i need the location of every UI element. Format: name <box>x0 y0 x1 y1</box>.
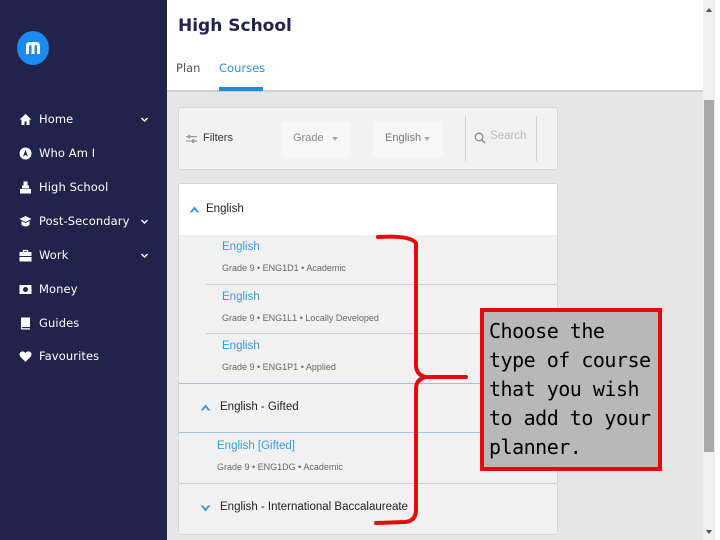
sidebar-item-label: Who Am I <box>39 146 96 160</box>
chevron-down-icon[interactable] <box>140 217 149 226</box>
sidebar-item-who-am-i[interactable]: Who Am I <box>0 141 167 167</box>
book-icon <box>21 317 30 330</box>
course-group-header[interactable]: English - International Baccalaureate <box>179 483 557 534</box>
filters-bar: Filters Grade English <box>178 107 558 170</box>
sidebar-item-work[interactable]: Work <box>0 243 167 269</box>
search-box[interactable] <box>465 116 537 161</box>
sidebar-item-post-secondary[interactable]: Post-Secondary <box>0 209 167 235</box>
course-title[interactable]: English <box>222 291 260 303</box>
myblueprint-logo-icon[interactable] <box>17 31 49 65</box>
course-group-label: English - International Baccalaureate <box>220 501 408 513</box>
sidebar-item-money[interactable]: Money <box>0 277 167 303</box>
sliders-icon <box>186 134 197 143</box>
sidebar-item-label: Guides <box>39 316 80 330</box>
filters-label: Filters <box>203 132 233 144</box>
annotation-line: type of course <box>489 348 651 372</box>
sidebar-item-label: Money <box>39 282 78 296</box>
course-group-header[interactable]: English <box>179 184 557 235</box>
search-input[interactable] <box>490 130 535 142</box>
subject-select[interactable]: English <box>373 121 443 157</box>
course-title[interactable]: English <box>222 340 260 352</box>
page-header: High School Plan Courses <box>167 0 703 92</box>
scrollbar-thumb[interactable] <box>704 100 714 452</box>
caret-down-icon <box>332 137 338 141</box>
scrollbar[interactable] <box>703 0 715 540</box>
page-title: High School <box>178 16 292 36</box>
heart-icon <box>19 351 32 362</box>
home-icon <box>19 114 32 125</box>
course-meta: Grade 9 • ENG1D1 • Academic <box>222 263 346 273</box>
annotation-callout: Choose the type of course that you wish … <box>480 308 662 471</box>
course-meta: Grade 9 • ENG1DG • Academic <box>217 462 343 472</box>
course-item[interactable]: English Grade 9 • ENG1D1 • Academic <box>179 235 557 284</box>
course-title[interactable]: English <box>222 241 260 253</box>
sidebar: Home Who Am I High School Post-Secondary… <box>0 0 167 540</box>
course-group-label: English - Gifted <box>220 401 299 413</box>
sidebar-item-label: Home <box>39 112 74 126</box>
search-icon <box>474 132 486 144</box>
grade-select[interactable]: Grade <box>281 121 351 157</box>
sidebar-item-label: Work <box>39 248 69 262</box>
course-title[interactable]: English [Gifted] <box>217 440 295 452</box>
tab-plan[interactable]: Plan <box>176 61 200 75</box>
scroll-down-arrow-icon[interactable] <box>706 530 712 534</box>
chevron-up-icon <box>200 404 211 411</box>
money-icon <box>19 285 32 294</box>
graduation-cap-icon <box>19 216 32 227</box>
sidebar-item-label: Post-Secondary <box>39 214 130 228</box>
scroll-up-arrow-icon[interactable] <box>706 8 712 12</box>
chevron-up-icon <box>189 206 200 213</box>
sidebar-item-favourites[interactable]: Favourites <box>0 344 167 370</box>
course-group-label: English <box>206 203 244 215</box>
annotation-line: that you wish <box>489 377 640 401</box>
annotation-line: Choose the <box>489 319 605 343</box>
subject-select-value: English <box>385 132 422 144</box>
active-tab-indicator <box>219 87 263 91</box>
chevron-down-icon[interactable] <box>140 251 149 260</box>
sidebar-item-home[interactable]: Home <box>0 107 167 133</box>
school-icon <box>20 181 31 194</box>
sidebar-item-guides[interactable]: Guides <box>0 311 167 337</box>
caret-down-icon <box>424 137 430 141</box>
sidebar-item-label: Favourites <box>39 349 100 363</box>
annotation-line: planner. <box>489 435 582 459</box>
chevron-down-icon <box>200 505 211 512</box>
sidebar-item-high-school[interactable]: High School <box>0 175 167 201</box>
chevron-down-icon[interactable] <box>140 115 149 124</box>
compass-icon <box>19 147 32 160</box>
annotation-line: to add to your <box>489 406 651 430</box>
course-meta: Grade 9 • ENG1P1 • Applied <box>222 362 336 372</box>
tab-courses[interactable]: Courses <box>219 61 265 75</box>
course-meta: Grade 9 • ENG1L1 • Locally Developed <box>222 313 379 323</box>
grade-select-value: Grade <box>293 132 324 144</box>
window-edge <box>715 0 720 540</box>
sidebar-item-label: High School <box>39 180 109 194</box>
briefcase-icon <box>19 249 32 262</box>
